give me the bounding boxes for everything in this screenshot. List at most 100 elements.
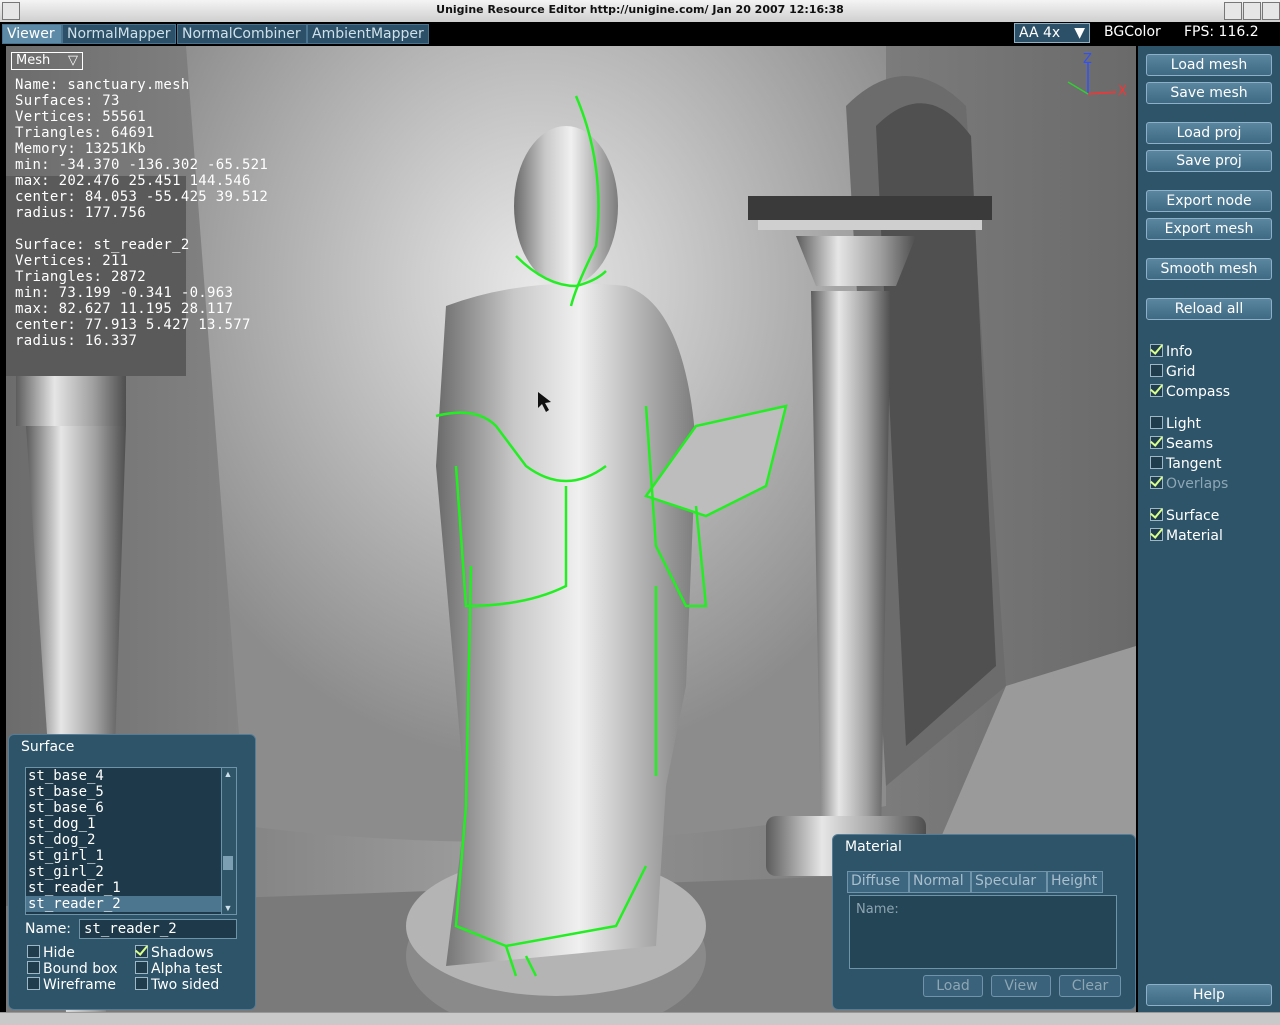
export-node-button[interactable]: Export node [1146,190,1272,212]
surface-name-label: Name: [25,921,72,937]
surface-info-line: radius: 16.337 [15,333,138,349]
grid-checkbox[interactable]: Grid [1150,364,1195,382]
mesh-info-line: Memory: 13251Kb [15,141,146,157]
two-sided-checkbox[interactable]: Two sided [135,977,219,993]
mesh-info-line: Vertices: 55561 [15,109,146,125]
list-item[interactable]: st_base_4 [26,768,236,784]
alpha-test-checkbox[interactable]: Alpha test [135,961,222,977]
window-menu-button[interactable] [2,2,20,20]
checkbox-checked-icon [135,945,148,958]
list-item[interactable]: st_girl_1 [26,848,236,864]
overlaps-checkbox: Overlaps [1150,476,1228,494]
tangent-checkbox[interactable]: Tangent [1150,456,1222,474]
material-panel: Material Diffuse Normal Specular Height … [832,834,1136,1010]
surface-list-scrollbar[interactable]: ▲ ▼ [221,768,236,914]
mesh-info-line: Triangles: 64691 [15,125,155,141]
mesh-info-line: max: 202.476 25.451 144.546 [15,173,251,189]
compass-checkbox[interactable]: Compass [1150,384,1230,402]
info-checkbox[interactable]: Info [1150,344,1193,362]
surface-info-line: Surface: st_reader_2 [15,237,190,253]
checkbox-label: Alpha test [151,961,223,977]
list-item[interactable]: st_girl_2 [26,864,236,880]
antialiasing-value: AA 4x [1019,25,1061,41]
load-proj-button[interactable]: Load proj [1146,122,1272,144]
surface-checkbox[interactable]: Surface [1150,508,1219,526]
material-name-field[interactable]: Name: [856,902,899,917]
chevron-down-icon: ▼ [1074,25,1085,41]
light-checkbox[interactable]: Light [1150,416,1201,434]
surface-list[interactable]: st_base_4 st_base_5 st_base_6 st_dog_1 s… [25,767,237,915]
checkbox-icon [135,961,148,974]
list-item[interactable]: st_reader_1 [26,880,236,896]
tab-diffuse[interactable]: Diffuse [847,871,909,893]
scrollbar-thumb[interactable] [223,856,233,870]
scroll-up-icon[interactable]: ▲ [223,769,233,779]
tab-ambientmapper[interactable]: AmbientMapper [307,24,429,44]
checkbox-label: Grid [1166,364,1196,380]
hide-checkbox[interactable]: Hide [27,945,75,961]
list-item[interactable]: st_dog_1 [26,816,236,832]
list-item[interactable]: st_dog_2 [26,832,236,848]
material-load-button[interactable]: Load [923,975,983,997]
mode-select[interactable]: Mesh ▽ [11,52,83,70]
fps-counter: FPS: 116.2 [1184,24,1259,40]
close-button[interactable] [1262,2,1280,20]
checkbox-label: Two sided [151,977,220,993]
checkbox-label: Info [1166,344,1193,360]
list-item[interactable]: st_base_5 [26,784,236,800]
minimize-button[interactable] [1224,2,1242,20]
material-clear-button[interactable]: Clear [1059,975,1121,997]
checkbox-label: Compass [1166,384,1231,400]
checkbox-label: Light [1166,416,1201,432]
triangle-down-icon: ▽ [68,53,78,68]
material-view-button[interactable]: View [991,975,1051,997]
mesh-info-line: Name: sanctuary.mesh [15,77,190,93]
tab-normal[interactable]: Normal [909,871,971,893]
checkbox-label: Hide [43,945,75,961]
tab-specular[interactable]: Specular [971,871,1047,893]
list-item-selected[interactable]: st_reader_2 [26,896,236,912]
checkbox-icon [135,977,148,990]
load-mesh-button[interactable]: Load mesh [1146,54,1272,76]
tab-normalmapper[interactable]: NormalMapper [62,24,176,44]
shadows-checkbox[interactable]: Shadows [135,945,214,961]
maximize-button[interactable] [1243,2,1261,20]
material-checkbox[interactable]: Material [1150,528,1223,546]
export-mesh-button[interactable]: Export mesh [1146,218,1272,240]
list-item[interactable]: st_base_6 [26,800,236,816]
save-proj-button[interactable]: Save proj [1146,150,1272,172]
checkbox-icon [1150,456,1163,469]
window-bottom-frame [0,1012,1280,1025]
antialiasing-select[interactable]: AA 4x ▼ [1014,23,1090,43]
window-title: Unigine Resource Editor http://unigine.c… [436,3,844,16]
checkbox-label: Seams [1166,436,1214,452]
smooth-mesh-button[interactable]: Smooth mesh [1146,258,1272,280]
surface-info-line: min: 73.199 -0.341 -0.963 [15,285,234,301]
bgcolor-button[interactable]: BGColor [1104,24,1161,40]
compass-z-label: Z [1083,52,1092,67]
checkbox-label: Tangent [1166,456,1222,472]
checkbox-label: Material [1166,528,1223,544]
surface-panel: Surface st_base_4 st_base_5 st_base_6 st… [8,734,256,1010]
checkbox-icon [27,945,40,958]
help-button[interactable]: Help [1146,984,1272,1006]
checkbox-label: Overlaps [1166,476,1229,492]
checkbox-checked-icon [1150,508,1163,521]
mode-select-value: Mesh [16,53,51,68]
checkbox-icon [27,961,40,974]
wireframe-checkbox[interactable]: Wireframe [27,977,116,993]
checkbox-label: Surface [1166,508,1220,524]
save-mesh-button[interactable]: Save mesh [1146,82,1272,104]
bound-box-checkbox[interactable]: Bound box [27,961,118,977]
tab-viewer[interactable]: Viewer [2,24,62,44]
3d-viewport[interactable]: Mesh ▽ Name: sanctuary.mesh Surfaces: 73… [6,46,1136,1012]
tab-normalcombiner[interactable]: NormalCombiner [177,24,307,44]
surface-info-line: Triangles: 2872 [15,269,146,285]
scroll-down-icon[interactable]: ▼ [223,903,233,913]
checkbox-icon [27,977,40,990]
surface-name-field[interactable]: st_reader_2 [79,919,237,939]
tab-height[interactable]: Height [1047,871,1103,893]
checkbox-checked-icon [1150,528,1163,541]
reload-all-button[interactable]: Reload all [1146,298,1272,320]
seams-checkbox[interactable]: Seams [1150,436,1213,454]
